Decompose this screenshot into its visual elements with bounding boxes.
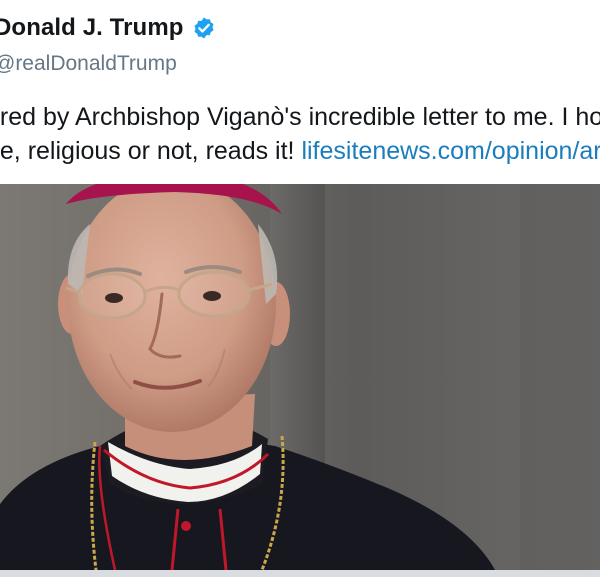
tweet-card: Donald J. Trump @realDonaldTrump ored by… <box>0 0 600 577</box>
cassock-button <box>181 521 191 531</box>
bottom-divider <box>0 570 600 577</box>
tweet-line-2: ne, religious or not, reads it! lifesite… <box>0 134 600 168</box>
tweet-photo[interactable] <box>0 184 600 570</box>
left-eye <box>105 293 123 303</box>
user-handle[interactable]: @realDonaldTrump <box>0 52 177 76</box>
display-name[interactable]: Donald J. Trump <box>0 14 184 42</box>
article-link[interactable]: lifesitenews.com/opinion/arc <box>301 137 600 165</box>
tweet-line-2-text: ne, religious or not, reads it! <box>0 137 302 165</box>
tweet-text: ored by Archbishop Viganò's incredible l… <box>0 100 600 168</box>
tweet-header: Donald J. Trump @realDonaldTrump <box>0 14 216 75</box>
portrait-photo <box>0 184 600 570</box>
verified-badge-icon <box>192 16 216 40</box>
name-row: Donald J. Trump <box>0 14 216 42</box>
right-eye <box>203 291 221 301</box>
tweet-line-1: ored by Archbishop Viganò's incredible l… <box>0 103 600 131</box>
